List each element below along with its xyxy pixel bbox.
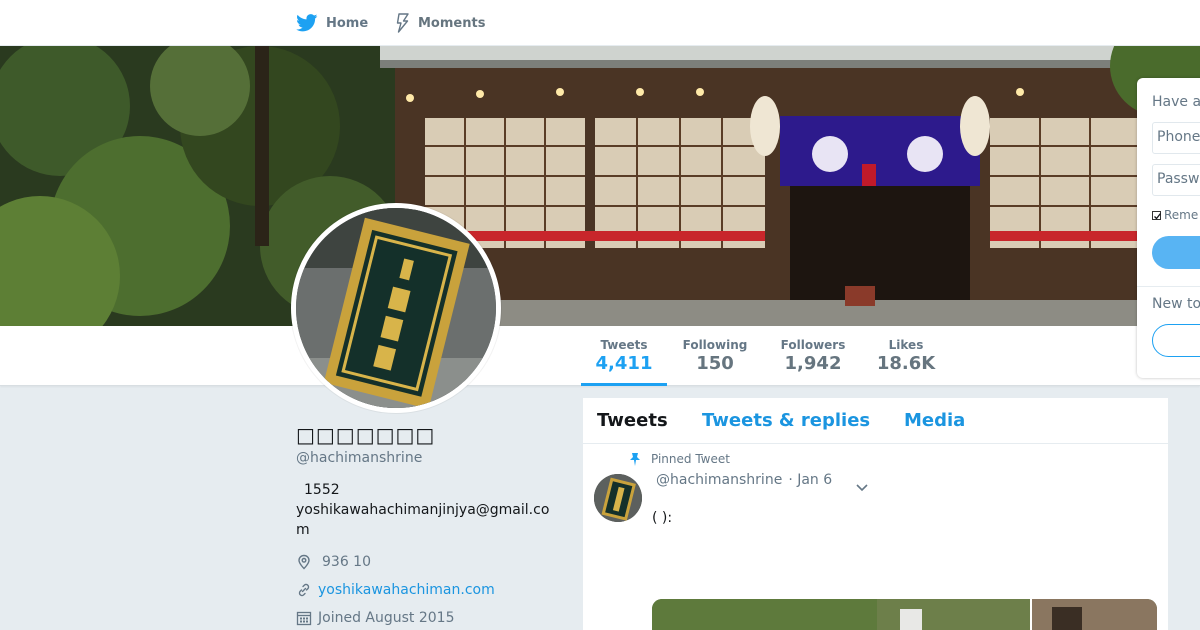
tweet-screen-name[interactable]: @hachimanshrine: [656, 472, 782, 488]
remember-label: Reme: [1164, 208, 1199, 222]
chevron-down-icon[interactable]: [855, 478, 869, 497]
pinned-indicator: Pinned Tweet: [629, 452, 730, 466]
joined-text: Joined August 2015: [318, 610, 455, 626]
nav-moments-link[interactable]: Moments: [396, 0, 485, 46]
stat-following-value: 150: [696, 353, 734, 374]
tab-tweets-replies[interactable]: Tweets & replies: [702, 411, 870, 431]
tweet-timestamp[interactable]: · Jan 6: [788, 472, 832, 488]
nav-home-label: Home: [326, 15, 369, 31]
profile-banner[interactable]: [0, 46, 1200, 326]
nav-moments-label: Moments: [418, 15, 486, 31]
stat-followers-value: 1,942: [784, 353, 842, 374]
nav-home-link[interactable]: Home: [296, 0, 368, 46]
stat-followers-label: Followers: [780, 338, 846, 352]
bird-icon: [296, 14, 318, 32]
stat-likes-label: Likes: [888, 338, 924, 352]
profile-location: 936 10: [296, 552, 556, 572]
stat-likes[interactable]: Likes 18.6K: [868, 326, 944, 386]
stat-following-label: Following: [682, 338, 748, 352]
timeline: Tweets Tweets & replies Media Pinned Twe…: [582, 397, 1169, 630]
profile-bio: 1552 yoshikawahachimanjinjya@gmail.com: [296, 480, 552, 540]
profile-url: yoshikawahachiman.com: [296, 580, 556, 600]
pin-icon: [630, 453, 640, 466]
tweet-text: ( ):: [652, 510, 673, 526]
phone-input[interactable]: Phone: [1152, 122, 1200, 154]
stat-tweets-value: 4,411: [595, 353, 653, 374]
remember-me[interactable]: Reme: [1152, 208, 1198, 222]
login-card: Have a Phone Passw Reme New to: [1137, 78, 1200, 378]
login-divider: [1137, 286, 1200, 287]
profile-avatar[interactable]: [291, 203, 501, 413]
stat-tweets-label: Tweets: [600, 338, 648, 352]
avatar-image: [296, 208, 496, 408]
tab-tweets[interactable]: Tweets: [597, 411, 668, 431]
stat-tweets[interactable]: Tweets 4,411: [581, 326, 667, 386]
tweet-avatar-image: [594, 474, 642, 522]
profile-stats-bar: Tweets 4,411 Following 150 Followers 1,9…: [0, 326, 1200, 386]
tweet-avatar[interactable]: [594, 474, 642, 522]
location-text: 936 10: [322, 554, 371, 570]
profile-url-link[interactable]: yoshikawahachiman.com: [318, 582, 495, 598]
profile-fullname[interactable]: □□□□□□□: [296, 420, 556, 450]
remember-checkbox[interactable]: [1152, 210, 1162, 220]
password-input[interactable]: Passw: [1152, 164, 1200, 196]
banner-image: [0, 46, 1200, 326]
tweet-header: @hachimanshrine · Jan 6: [656, 472, 832, 488]
link-icon: [298, 583, 310, 597]
stat-following[interactable]: Following 150: [676, 326, 754, 386]
tweet-media[interactable]: [652, 599, 1157, 630]
login-heading: Have a: [1152, 94, 1200, 110]
new-to-label: New to: [1152, 296, 1200, 312]
stat-likes-value: 18.6K: [876, 353, 936, 374]
signup-button[interactable]: [1152, 324, 1200, 357]
bio-email: yoshikawahachimanjinjya@gmail.com: [296, 502, 550, 538]
bio-number: 1552: [304, 482, 340, 498]
top-navigation: Home Moments: [0, 0, 1200, 46]
location-pin-icon: [298, 554, 310, 570]
stat-followers[interactable]: Followers 1,942: [772, 326, 854, 386]
pinned-label: Pinned Tweet: [651, 452, 730, 466]
profile-screen-name[interactable]: @hachimanshrine: [296, 450, 556, 466]
profile-card: □□□□□□□ @hachimanshrine 1552 yoshikawaha…: [296, 420, 556, 628]
lightning-icon: [396, 13, 409, 33]
calendar-icon: [296, 611, 312, 626]
tweet-media-image: [652, 599, 1157, 630]
timeline-tabs: Tweets Tweets & replies Media: [583, 398, 1168, 444]
login-button[interactable]: [1152, 236, 1200, 269]
tab-media[interactable]: Media: [904, 411, 965, 431]
profile-joined: Joined August 2015: [296, 608, 556, 628]
